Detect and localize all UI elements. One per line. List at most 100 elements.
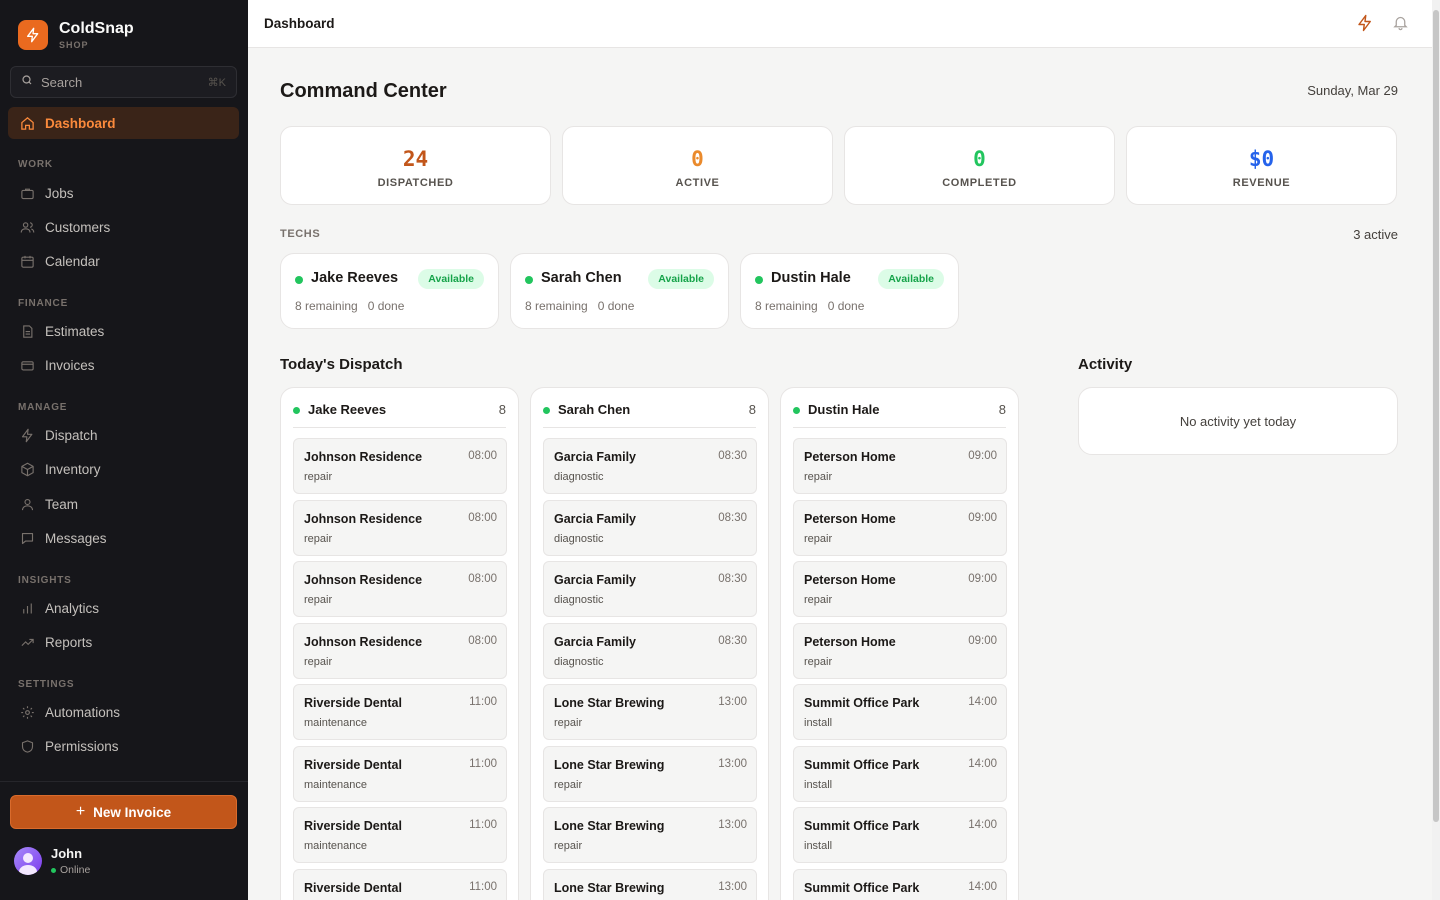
sidebar-item-estimates[interactable]: Estimates (8, 315, 239, 347)
scrollbar-thumb[interactable] (1433, 10, 1439, 822)
tech-name: Sarah Chen (541, 270, 622, 286)
stat-label: REVENUE (1232, 177, 1291, 189)
job-title: Peterson Home (804, 450, 896, 464)
job-title: Lone Star Brewing (554, 880, 665, 895)
user-status-text: Online (60, 864, 91, 876)
job-type: repair (554, 778, 583, 791)
job-time: 14:00 (968, 696, 997, 708)
tech-card-jake-reeves[interactable]: Jake Reeves Available 8 remaining 0 done (280, 253, 499, 329)
job-card[interactable]: Lone Star Brewing13:00repair (543, 807, 757, 863)
done-count: 0 done (597, 299, 635, 313)
activity-feed: No activity yet today (1078, 387, 1398, 455)
bell-icon[interactable] (1392, 14, 1412, 34)
sidebar-item-dispatch[interactable]: Dispatch (8, 419, 239, 451)
job-card[interactable]: Garcia Family 08:30 diagnostic (543, 499, 757, 556)
job-card[interactable]: Summit Office Park14:00install (793, 868, 1007, 900)
job-type: repair (804, 594, 833, 606)
stat-card-dispatched: 24 DISPATCHED (280, 126, 551, 205)
job-title: Riverside Dental (304, 696, 402, 710)
job-title: Johnson Residence (304, 450, 423, 464)
sidebar-item-label: Estimates (45, 323, 105, 339)
search-icon (21, 73, 33, 91)
tech-card-dustin-hale[interactable]: Dustin Hale Available 8 remaining 0 done (740, 253, 959, 329)
job-card[interactable]: Riverside Dental11:00maintenance (293, 684, 507, 740)
job-card[interactable]: Johnson Residence 08:00 repair (293, 561, 507, 617)
sidebar-item-analytics[interactable]: Analytics (8, 592, 239, 624)
job-card[interactable]: Summit Office Park14:00install (793, 807, 1007, 863)
job-card[interactable]: Johnson Residence 08:00 repair (293, 622, 507, 679)
sidebar-item-invoices[interactable]: Invoices (8, 349, 239, 381)
job-title: Riverside Dental (304, 757, 402, 772)
job-card[interactable]: Peterson Home 09:00 repair (793, 438, 1007, 494)
message-icon (19, 530, 35, 546)
job-card[interactable]: Peterson Home 09:00 repair (793, 499, 1007, 556)
sidebar-divider (0, 781, 248, 782)
tech-card-sarah-chen[interactable]: Sarah Chen Available 8 remaining 0 done (510, 253, 729, 329)
stat-value: 0 (691, 147, 704, 171)
job-type: diagnostic (554, 594, 604, 606)
sidebar-item-team[interactable]: Team (8, 488, 239, 520)
column-header: Jake Reeves 8 (293, 402, 506, 428)
job-time: 14:00 (968, 880, 997, 893)
job-card[interactable]: Summit Office Park14:00install (793, 745, 1007, 802)
nav-section-manage: MANAGE (18, 402, 68, 413)
active-count: 3 active (1353, 227, 1398, 242)
job-card[interactable]: Peterson Home 09:00 repair (793, 622, 1007, 679)
sidebar-item-permissions[interactable]: Permissions (8, 730, 239, 762)
job-card[interactable]: Garcia Family 08:30 diagnostic (543, 622, 757, 679)
tech-name: Dustin Hale (771, 270, 851, 286)
job-title: Johnson Residence (304, 573, 423, 587)
job-card[interactable]: Lone Star Brewing13:00repair (543, 868, 757, 900)
job-title: Lone Star Brewing (554, 819, 665, 833)
job-time: 11:00 (469, 757, 497, 770)
user-profile[interactable]: John Online (14, 846, 90, 876)
job-time: 08:30 (718, 511, 747, 524)
job-type: maintenance (304, 840, 367, 852)
sidebar-item-label: Reports (45, 634, 93, 650)
status-dot-icon (295, 276, 303, 284)
bolt-icon[interactable] (1356, 14, 1376, 34)
job-time: 09:00 (968, 511, 997, 524)
credit-card-icon (19, 357, 35, 373)
stat-label: ACTIVE (675, 177, 720, 189)
job-time: 14:00 (968, 819, 997, 831)
job-card[interactable]: Garcia Family 08:30 diagnostic (543, 561, 757, 617)
job-time: 08:00 (468, 450, 497, 462)
job-card[interactable]: Garcia Family 08:30 diagnostic (543, 438, 757, 494)
job-card[interactable]: Johnson Residence 08:00 repair (293, 499, 507, 556)
brand[interactable]: ColdSnap SHOP (18, 20, 134, 50)
new-invoice-button[interactable]: + New Invoice (10, 795, 237, 829)
sidebar-item-calendar[interactable]: Calendar (8, 245, 239, 277)
job-card[interactable]: Lone Star Brewing13:00repair (543, 684, 757, 740)
sidebar-item-reports[interactable]: Reports (8, 626, 239, 658)
dispatch-title: Today's Dispatch (280, 356, 403, 373)
sidebar-item-inventory[interactable]: Inventory (8, 453, 239, 485)
job-card[interactable]: Summit Office Park14:00install (793, 684, 1007, 740)
sidebar-item-automations[interactable]: Automations (8, 696, 239, 728)
dispatch-column: Dustin Hale 8 Peterson Home 09:00 repair Pe… (780, 387, 1019, 900)
sidebar-item-messages[interactable]: Messages (8, 522, 239, 554)
brand-subtitle: SHOP (59, 39, 89, 50)
job-card[interactable]: Riverside Dental11:00maintenance (293, 868, 507, 900)
status-dot-icon (543, 407, 550, 414)
job-title: Garcia Family (554, 450, 636, 464)
status-badge: Available (878, 269, 944, 289)
job-card[interactable]: Johnson Residence 08:00 repair (293, 438, 507, 494)
job-card[interactable]: Lone Star Brewing13:00repair (543, 745, 757, 802)
job-card[interactable]: Peterson Home 09:00 repair (793, 561, 1007, 617)
sidebar-item-jobs[interactable]: Jobs (8, 177, 239, 209)
job-title: Garcia Family (554, 573, 636, 587)
done-count: 0 done (827, 299, 865, 313)
nav-section-settings: SETTINGS (18, 679, 75, 690)
activity-title: Activity (1078, 356, 1133, 373)
stat-label: DISPATCHED (377, 177, 454, 189)
sidebar-item-dashboard[interactable]: Dashboard (8, 107, 239, 139)
nav-section-work: WORK (18, 159, 53, 170)
dispatch-column: Sarah Chen 8 Garcia Family 08:30 diagnosti… (530, 387, 769, 900)
search-input[interactable]: Search ⌘K (10, 66, 237, 98)
job-card[interactable]: Riverside Dental11:00maintenance (293, 745, 507, 802)
sidebar-item-customers[interactable]: Customers (8, 211, 239, 243)
job-card[interactable]: Riverside Dental11:00maintenance (293, 807, 507, 863)
page-breadcrumb: Dashboard (264, 16, 335, 31)
users-icon (19, 219, 35, 235)
